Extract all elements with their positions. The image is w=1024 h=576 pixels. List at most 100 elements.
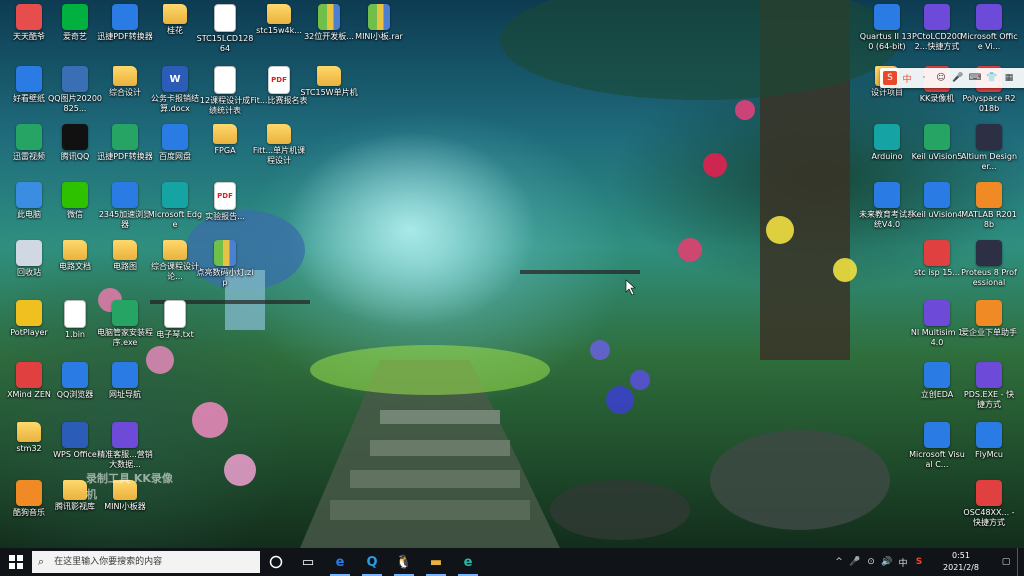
multisim-icon xyxy=(924,300,950,326)
desktop-icon-label: STC15LCD12864 xyxy=(196,34,254,53)
desktop-icon[interactable]: stc isp 15... xyxy=(908,240,966,300)
tray-icon[interactable]: ⊙ xyxy=(863,548,879,576)
pdf-converter-icon xyxy=(112,124,138,150)
system-tray: ^ 🎤 ⊙ 🔊 中 S 0:51 2021/2/8 ▢ xyxy=(831,548,1024,576)
desktop-icon-label: PDS.EXE - 快捷方式 xyxy=(963,390,1015,409)
desktop-icon[interactable]: Altium Designer... xyxy=(960,124,1018,184)
baidu-netdisk-icon xyxy=(162,124,188,150)
altium-icon xyxy=(976,124,1002,150)
desktop-icon[interactable]: STC15W单片机 xyxy=(300,66,358,126)
ime-button[interactable]: ⌨ xyxy=(968,71,982,85)
file-icon xyxy=(64,300,86,328)
qq-icon xyxy=(62,124,88,150)
desktop-icon[interactable]: OSC48XX... - 快捷方式 xyxy=(960,480,1018,540)
desktop-icon[interactable]: STC15LCD12864 xyxy=(196,4,254,64)
desktop-icon[interactable]: 爱企业下单助手 xyxy=(960,300,1018,360)
visual-c-icon xyxy=(924,422,950,448)
desktop-icon-label: 实验报告... xyxy=(205,212,245,221)
desktop-icon-label: stc isp 15... xyxy=(913,268,961,277)
ime-button[interactable]: ☺ xyxy=(934,71,948,85)
video-icon xyxy=(16,124,42,150)
desktop-icon[interactable]: FlyMcu xyxy=(960,422,1018,482)
pdf-converter-icon xyxy=(112,4,138,30)
tray-icon[interactable]: S xyxy=(911,548,927,576)
desktop-icon[interactable]: 电子琴.txt xyxy=(146,300,204,360)
ime-toolbar[interactable]: S 中 · ☺ 🎤 ⌨ 👕 ▦ xyxy=(880,68,1024,88)
desktop-icon[interactable]: 点亮数码小灯.zip xyxy=(196,240,254,300)
document-icon xyxy=(214,4,236,32)
edge-icon xyxy=(162,182,188,208)
desktop-icon[interactable]: Microsoft Visual C... xyxy=(908,422,966,482)
sheet-icon xyxy=(214,66,236,94)
show-desktop-button[interactable] xyxy=(1017,548,1024,576)
stc-isp-icon xyxy=(924,240,950,266)
taskbar-edge-button[interactable]: e xyxy=(324,548,356,576)
desktop-icon-label: 精准客服...营销大数据... xyxy=(97,450,153,469)
desktop-icon-label: Keil uVision5 xyxy=(911,152,963,161)
ime-button[interactable]: 中 xyxy=(900,71,914,85)
exam-icon xyxy=(874,182,900,208)
easyeda-icon xyxy=(924,362,950,388)
desktop-icon[interactable]: 网址导航 xyxy=(96,362,154,422)
desktop[interactable]: 天天酷爷 爱奇艺 迅捷PDF转换器 桂花 STC15LCD12864 stc15w4k..… xyxy=(0,0,1024,548)
folder-icon xyxy=(17,422,41,442)
photo-icon xyxy=(62,66,88,92)
arduino-icon xyxy=(874,124,900,150)
taskbar: ⌕ ▭ e Q 🐧 ▬ e ^🎤⊙🔊中S 0:51 2021/2/8 ▢ xyxy=(0,548,1024,576)
start-button[interactable] xyxy=(0,548,32,576)
xmind-icon xyxy=(16,362,42,388)
desktop-icon-label: PCtoLCD2002...快捷方式 xyxy=(912,32,962,51)
potplayer-icon xyxy=(16,300,42,326)
search-icon: ⌕ xyxy=(38,555,45,568)
folder-icon xyxy=(163,4,187,24)
desktop-icon[interactable]: Microsoft Office Vi... xyxy=(960,4,1018,64)
desktop-icon[interactable]: PDS.EXE - 快捷方式 xyxy=(960,362,1018,422)
taskbar-task-view-button[interactable]: ▭ xyxy=(292,548,324,576)
desktop-icon-label: FlyMcu xyxy=(975,450,1003,459)
folder-icon xyxy=(113,66,137,86)
taskbar-file-explorer-button[interactable]: ▬ xyxy=(420,548,452,576)
desktop-icon[interactable]: Keil uVision4 xyxy=(908,182,966,242)
ime-button[interactable]: · xyxy=(917,71,931,85)
desktop-icon-label: OSC48XX... - 快捷方式 xyxy=(963,508,1015,527)
cortana-button[interactable] xyxy=(260,548,292,576)
ime-button[interactable]: ▦ xyxy=(1002,71,1016,85)
desktop-icon[interactable]: PDF 实验报告... xyxy=(196,182,254,242)
desktop-icon[interactable]: Proteus 8 Professional xyxy=(960,240,1018,300)
desktop-icon[interactable]: Fitt...单片机课程设计 xyxy=(250,124,308,184)
desktop-icon[interactable]: NI Multisim 14.0 xyxy=(908,300,966,360)
ime-button[interactable]: S xyxy=(883,71,897,85)
desktop-icon-label: MINI小板.rar xyxy=(355,32,403,41)
desktop-icon[interactable]: FPGA xyxy=(196,124,254,184)
search-input[interactable] xyxy=(52,556,254,568)
desktop-icon[interactable]: Keil uVision5 xyxy=(908,124,966,184)
taskbar-qq-browser-button[interactable]: Q xyxy=(356,548,388,576)
tray-icon[interactable]: 🎤 xyxy=(847,548,863,576)
folder-icon xyxy=(63,480,87,500)
ime-button[interactable]: 👕 xyxy=(985,71,999,85)
desktop-icon-label: 12课程设计成绩统计表 xyxy=(199,96,251,115)
tray-icon[interactable]: 中 xyxy=(895,548,911,576)
folder-icon xyxy=(113,240,137,260)
cortana-icon xyxy=(269,555,283,569)
recycle-bin-icon xyxy=(16,240,42,266)
desktop-icon[interactable]: 立创EDA xyxy=(908,362,966,422)
tray-icon[interactable]: ^ xyxy=(831,548,847,576)
taskbar-search[interactable]: ⌕ xyxy=(32,551,260,573)
ime-button[interactable]: 🎤 xyxy=(951,71,965,85)
clock-time: 0:51 xyxy=(952,551,970,560)
desktop-icon[interactable]: MATLAB R2018b xyxy=(960,182,1018,242)
app-icon xyxy=(16,4,42,30)
keil-icon xyxy=(924,182,950,208)
clock[interactable]: 0:51 2021/2/8 xyxy=(927,550,995,574)
desktop-icon[interactable]: MINI小板.rar xyxy=(350,4,408,64)
taskbar-qq-button[interactable]: 🐧 xyxy=(388,548,420,576)
desktop-icon[interactable]: PCtoLCD2002...快捷方式 xyxy=(908,4,966,64)
tray-icon[interactable]: 🔊 xyxy=(879,548,895,576)
file-explorer-icon: ▬ xyxy=(429,554,443,570)
pdf-icon: PDF xyxy=(214,182,236,210)
desktop-icon[interactable]: 12课程设计成绩统计表 xyxy=(196,66,254,126)
taskbar-edge-chromium-button[interactable]: e xyxy=(452,548,484,576)
wps-icon xyxy=(62,422,88,448)
notification-icon[interactable]: ▢ xyxy=(995,548,1017,576)
